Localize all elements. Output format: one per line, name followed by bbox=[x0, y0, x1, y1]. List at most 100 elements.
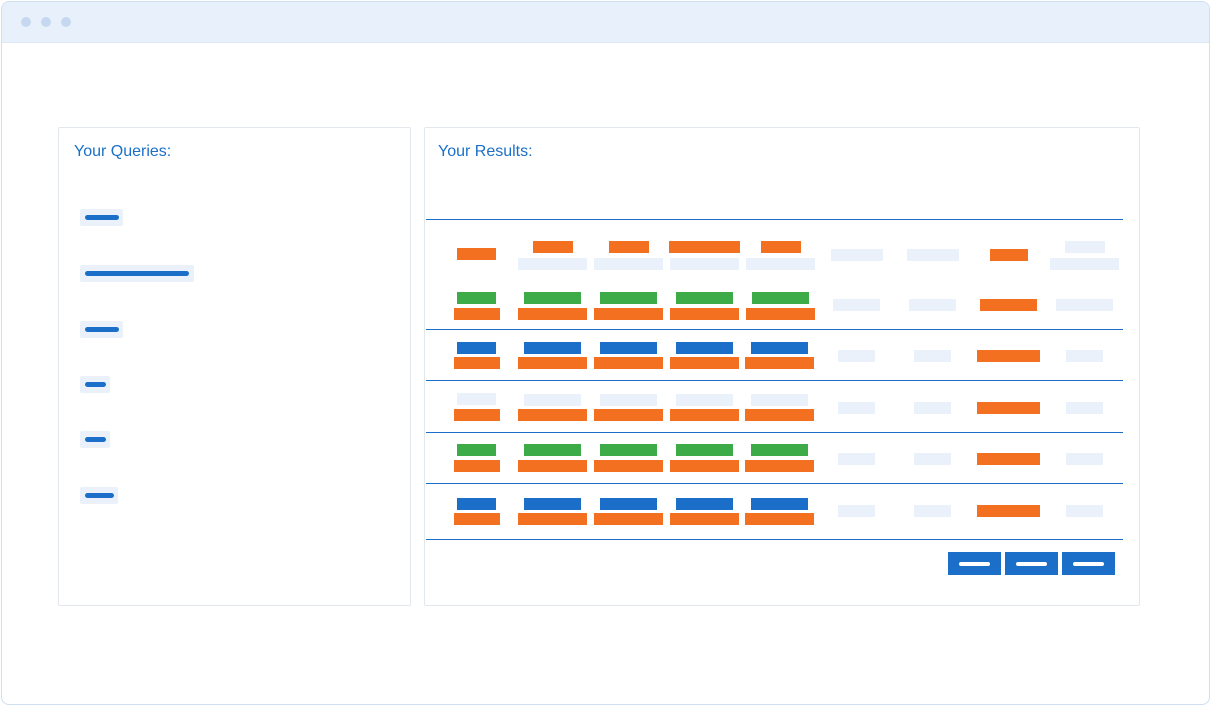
query-text-placeholder bbox=[85, 382, 106, 387]
cell-placeholder bbox=[518, 460, 587, 472]
table-divider bbox=[426, 539, 1123, 540]
results-panel: Your Results: bbox=[424, 127, 1140, 606]
cell-placeholder bbox=[594, 409, 663, 421]
pagination-button-2[interactable] bbox=[1005, 552, 1058, 575]
cell-placeholder bbox=[1056, 299, 1113, 311]
cell-placeholder bbox=[745, 460, 814, 472]
cell-placeholder bbox=[977, 350, 1040, 362]
cell-placeholder bbox=[914, 453, 951, 465]
close-dot-icon[interactable] bbox=[21, 17, 31, 27]
cell-placeholder bbox=[457, 292, 496, 304]
cell-placeholder bbox=[670, 409, 739, 421]
cell-placeholder bbox=[524, 394, 581, 406]
cell-placeholder bbox=[838, 505, 875, 517]
query-item-5[interactable] bbox=[80, 431, 110, 448]
cell-placeholder bbox=[914, 350, 951, 362]
cell-placeholder bbox=[1050, 258, 1119, 270]
cell-placeholder bbox=[1066, 402, 1103, 414]
cell-placeholder bbox=[838, 350, 875, 362]
cell-placeholder bbox=[454, 460, 500, 472]
cell-placeholder bbox=[676, 342, 733, 354]
cell-placeholder bbox=[518, 513, 587, 525]
cell-placeholder bbox=[745, 409, 814, 421]
query-item-4[interactable] bbox=[80, 376, 110, 393]
cell-placeholder bbox=[457, 393, 496, 405]
cell-placeholder bbox=[669, 241, 740, 253]
cell-placeholder bbox=[609, 241, 649, 253]
table-divider bbox=[426, 432, 1123, 433]
cell-placeholder bbox=[746, 308, 815, 320]
cell-placeholder bbox=[751, 342, 808, 354]
cell-placeholder bbox=[518, 409, 587, 421]
cell-placeholder bbox=[594, 460, 663, 472]
cell-placeholder bbox=[990, 249, 1028, 261]
cell-placeholder bbox=[676, 292, 733, 304]
cell-placeholder bbox=[454, 513, 500, 525]
query-text-placeholder bbox=[85, 215, 119, 220]
cell-placeholder bbox=[457, 248, 496, 260]
cell-placeholder bbox=[454, 357, 500, 369]
cell-placeholder bbox=[670, 308, 739, 320]
cell-placeholder bbox=[745, 357, 814, 369]
table-divider bbox=[426, 483, 1123, 484]
cell-placeholder bbox=[676, 498, 733, 510]
cell-placeholder bbox=[914, 402, 951, 414]
table-divider bbox=[426, 329, 1123, 330]
minimize-dot-icon[interactable] bbox=[41, 17, 51, 27]
cell-placeholder bbox=[752, 292, 809, 304]
cell-placeholder bbox=[914, 505, 951, 517]
query-item-3[interactable] bbox=[80, 321, 123, 338]
cell-placeholder bbox=[751, 444, 808, 456]
cell-placeholder bbox=[524, 444, 581, 456]
button-label-placeholder bbox=[1073, 562, 1104, 566]
cell-placeholder bbox=[594, 308, 663, 320]
cell-placeholder bbox=[594, 258, 663, 270]
cell-placeholder bbox=[745, 513, 814, 525]
cell-placeholder bbox=[600, 444, 657, 456]
cell-placeholder bbox=[457, 498, 496, 510]
cell-placeholder bbox=[977, 402, 1040, 414]
cell-placeholder bbox=[838, 453, 875, 465]
query-item-1[interactable] bbox=[80, 209, 123, 226]
cell-placeholder bbox=[761, 241, 801, 253]
cell-placeholder bbox=[838, 402, 875, 414]
query-item-6[interactable] bbox=[80, 487, 118, 504]
cell-placeholder bbox=[524, 498, 581, 510]
query-text-placeholder bbox=[85, 437, 106, 442]
cell-placeholder bbox=[751, 394, 808, 406]
cell-placeholder bbox=[1065, 241, 1105, 253]
cell-placeholder bbox=[1066, 453, 1103, 465]
query-text-placeholder bbox=[85, 493, 114, 498]
query-text-placeholder bbox=[85, 271, 189, 276]
cell-placeholder bbox=[594, 357, 663, 369]
cell-placeholder bbox=[670, 460, 739, 472]
cell-placeholder bbox=[454, 308, 500, 320]
cell-placeholder bbox=[676, 394, 733, 406]
button-label-placeholder bbox=[1016, 562, 1047, 566]
button-label-placeholder bbox=[959, 562, 990, 566]
cell-placeholder bbox=[977, 505, 1040, 517]
maximize-dot-icon[interactable] bbox=[61, 17, 71, 27]
browser-window: Your Queries: Your Results: bbox=[1, 1, 1210, 705]
cell-placeholder bbox=[907, 249, 959, 261]
cell-placeholder bbox=[600, 394, 657, 406]
pagination-button-3[interactable] bbox=[1062, 552, 1115, 575]
cell-placeholder bbox=[977, 453, 1040, 465]
query-item-2[interactable] bbox=[80, 265, 194, 282]
cell-placeholder bbox=[751, 498, 808, 510]
cell-placeholder bbox=[533, 241, 573, 253]
cell-placeholder bbox=[600, 292, 657, 304]
cell-placeholder bbox=[1066, 350, 1103, 362]
table-divider bbox=[426, 380, 1123, 381]
cell-placeholder bbox=[600, 342, 657, 354]
cell-placeholder bbox=[457, 444, 496, 456]
cell-placeholder bbox=[670, 357, 739, 369]
cell-placeholder bbox=[518, 258, 587, 270]
pagination-button-1[interactable] bbox=[948, 552, 1001, 575]
cell-placeholder bbox=[833, 299, 880, 311]
cell-placeholder bbox=[518, 308, 587, 320]
cell-placeholder bbox=[454, 409, 500, 421]
table-divider bbox=[426, 219, 1123, 220]
cell-placeholder bbox=[600, 498, 657, 510]
window-titlebar bbox=[2, 2, 1209, 43]
